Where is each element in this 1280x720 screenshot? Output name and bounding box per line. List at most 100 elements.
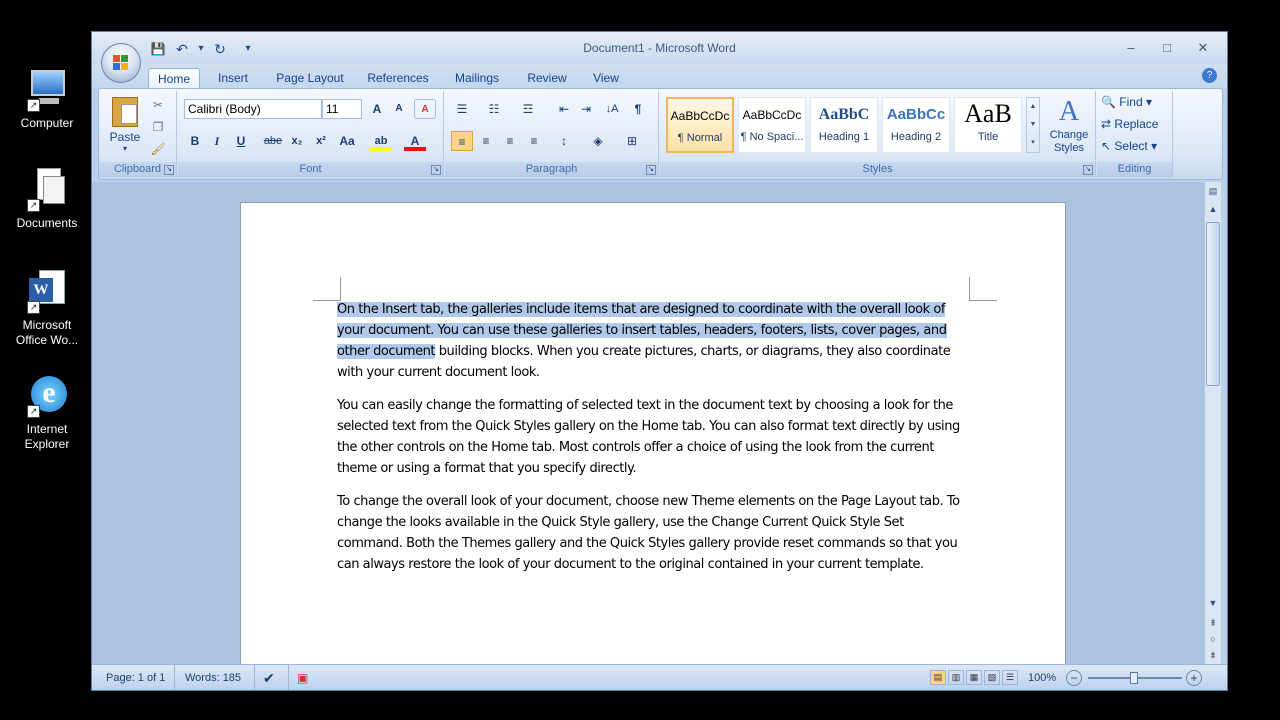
scroll-thumb[interactable] [1206, 222, 1220, 386]
style-heading-2[interactable]: AaBbCc Heading 2 [882, 97, 950, 153]
vertical-scrollbar[interactable]: ▤ ▲ ▼ ⇞ ○ ⇟ [1204, 182, 1221, 666]
desktop-icon-label: Documents [16, 216, 78, 230]
style-name: ¶ No Spaci... [740, 131, 804, 143]
borders-icon[interactable]: ⊞ [621, 131, 643, 151]
styles-launcher-icon[interactable]: ↘ [1083, 165, 1093, 175]
justify-icon[interactable]: ≡ [523, 131, 545, 151]
tab-home[interactable]: Home [148, 68, 200, 88]
proofing-icon[interactable]: ✔ [254, 665, 275, 690]
bullets-icon[interactable]: ☰ [451, 99, 473, 119]
zoom-in-button[interactable]: + [1186, 670, 1202, 686]
shrink-font-button[interactable]: A [388, 99, 410, 119]
desktop-icon-documents[interactable]: ↗ Documents [8, 168, 86, 231]
font-color-button[interactable]: A [404, 131, 426, 151]
style-normal[interactable]: AaBbCcDc ¶ Normal [666, 97, 734, 153]
tab-insert[interactable]: Insert [208, 68, 258, 88]
zoom-slider-thumb[interactable] [1130, 672, 1138, 684]
subscript-button[interactable]: x₂ [286, 131, 308, 151]
desktop-icon-computer[interactable]: ↗ Computer [8, 68, 86, 131]
clear-formatting-button[interactable]: A [414, 99, 436, 119]
tab-mailings[interactable]: Mailings [448, 68, 506, 88]
document-page[interactable]: On the Insert tab, the galleries include… [240, 202, 1066, 672]
outline-view-icon[interactable]: ▧ [984, 670, 1000, 685]
change-styles-button[interactable]: A Change Styles [1044, 95, 1094, 159]
window-title: Document1 - Microsoft Word [583, 41, 736, 55]
word-window: 💾 ↶ ▾ ↻ ▾ Document1 - Microsoft Word – □… [91, 31, 1228, 691]
select-button[interactable]: ↖ Select ▾ [1101, 139, 1157, 153]
tab-references[interactable]: References [362, 68, 434, 88]
highlight-button[interactable]: ab [370, 131, 392, 151]
superscript-button[interactable]: x² [310, 131, 332, 151]
replace-button[interactable]: ⇄ Replace [1101, 117, 1158, 131]
find-button[interactable]: 🔍 Find ▾ [1101, 95, 1152, 109]
tab-review[interactable]: Review [520, 68, 574, 88]
ruler-toggle-icon[interactable]: ▤ [1206, 184, 1220, 198]
status-bar: Page: 1 of 1 Words: 185 ✔ ▣ ▤ ▥ ▦ ▧ ☰ 10… [92, 664, 1227, 690]
font-size-box[interactable]: 11 [322, 99, 362, 119]
align-center-icon[interactable]: ≡ [475, 131, 497, 151]
clipboard-launcher-icon[interactable]: ↘ [164, 165, 174, 175]
strikethrough-button[interactable]: abe [262, 131, 284, 151]
draft-view-icon[interactable]: ☰ [1002, 670, 1018, 685]
paragraph-group: ☰ ☷ ☲ ⇤ ⇥ ↓A ¶ ≡ ≡ ≡ ≡ ↕ ◈ ⊞ Paragraph ↘ [445, 91, 659, 177]
copy-icon[interactable]: ❐ [147, 117, 169, 137]
font-launcher-icon[interactable]: ↘ [431, 165, 441, 175]
next-page-icon[interactable]: ⇟ [1206, 648, 1220, 662]
scroll-up-icon[interactable]: ▲ [1206, 202, 1220, 216]
italic-button[interactable]: I [206, 131, 228, 151]
cursor-icon: ↖ [1101, 139, 1112, 153]
style-preview: AaBbCcDc [670, 109, 730, 123]
underline-button[interactable]: U [230, 131, 252, 151]
window-controls: – □ ✕ [1113, 38, 1221, 58]
minimize-button[interactable]: – [1113, 38, 1149, 58]
change-styles-icon: A [1058, 96, 1080, 127]
close-button[interactable]: ✕ [1185, 38, 1221, 58]
tab-view[interactable]: View [586, 68, 626, 88]
desktop-icon-internet-explorer[interactable]: e ↗ Internet Explorer [8, 374, 86, 452]
tab-page-layout[interactable]: Page Layout [270, 68, 350, 88]
paragraph-launcher-icon[interactable]: ↘ [646, 165, 656, 175]
paragraph-3[interactable]: To change the overall look of your docum… [337, 491, 961, 575]
scroll-down-icon[interactable]: ▼ [1206, 596, 1220, 610]
style-heading-1[interactable]: AaBbC Heading 1 [810, 97, 878, 153]
align-right-icon[interactable]: ≡ [499, 131, 521, 151]
line-spacing-icon[interactable]: ↕ [553, 131, 575, 151]
format-painter-icon[interactable]: 🖌 [147, 139, 169, 159]
office-button[interactable] [101, 43, 141, 83]
bold-button[interactable]: B [184, 131, 206, 151]
change-case-button[interactable]: Aa [336, 131, 358, 151]
shading-icon[interactable]: ◈ [587, 131, 609, 151]
cut-icon[interactable]: ✂ [147, 95, 169, 115]
increase-indent-icon[interactable]: ⇥ [575, 99, 597, 119]
previous-page-icon[interactable]: ⇞ [1206, 616, 1220, 630]
paste-button[interactable]: Paste ▾ [105, 93, 145, 157]
multilevel-list-icon[interactable]: ☲ [517, 99, 539, 119]
help-icon[interactable]: ? [1202, 68, 1217, 83]
show-formatting-icon[interactable]: ¶ [627, 99, 649, 119]
web-layout-icon[interactable]: ▦ [966, 670, 982, 685]
page-count[interactable]: Page: 1 of 1 [106, 665, 165, 690]
paragraph-2[interactable]: You can easily change the formatting of … [337, 395, 961, 479]
maximize-button[interactable]: □ [1149, 38, 1185, 58]
zoom-slider[interactable] [1088, 672, 1182, 684]
full-screen-reading-icon[interactable]: ▥ [948, 670, 964, 685]
desktop-icon-word[interactable]: W ↗ Microsoft Office Wo... [8, 270, 86, 348]
decrease-indent-icon[interactable]: ⇤ [553, 99, 575, 119]
browse-object-icon[interactable]: ○ [1206, 632, 1220, 646]
word-count[interactable]: Words: 185 [174, 665, 241, 690]
paragraph-1[interactable]: On the Insert tab, the galleries include… [337, 299, 961, 383]
align-left-icon[interactable]: ≡ [451, 131, 473, 151]
print-layout-view-icon[interactable]: ▤ [930, 670, 946, 685]
style-title[interactable]: AaB Title [954, 97, 1022, 153]
sort-icon[interactable]: ↓A [601, 99, 623, 119]
zoom-level[interactable]: 100% [1028, 665, 1056, 690]
macro-recording-icon[interactable]: ▣ [288, 665, 308, 690]
zoom-out-button[interactable]: − [1066, 670, 1082, 686]
styles-gallery-scroll[interactable]: ▲ ▼ ▾ [1026, 97, 1040, 153]
style-no-spacing[interactable]: AaBbCcDc ¶ No Spaci... [738, 97, 806, 153]
font-group: Calibri (Body) 11 A A A B I U abe x₂ x² … [178, 91, 444, 177]
grow-font-button[interactable]: A [366, 99, 388, 119]
computer-icon: ↗ [25, 68, 69, 112]
numbering-icon[interactable]: ☷ [483, 99, 505, 119]
font-name-box[interactable]: Calibri (Body) [184, 99, 322, 119]
